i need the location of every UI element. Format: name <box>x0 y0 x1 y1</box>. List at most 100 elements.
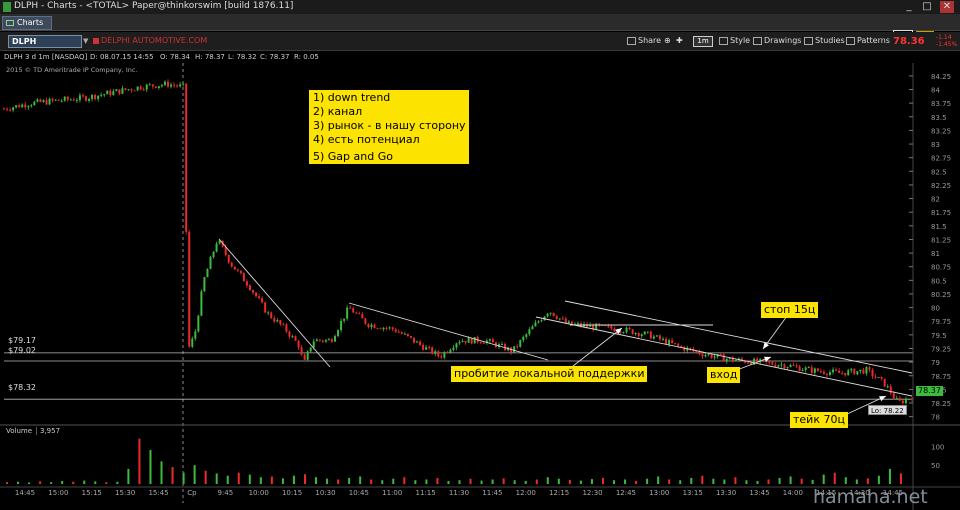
ohlc-date: D: 08.07.15 14:55 <box>90 53 154 61</box>
volume-bar <box>315 477 318 484</box>
candle-body <box>780 364 783 366</box>
candle-body <box>798 366 801 371</box>
candle-body <box>440 356 443 358</box>
last-price: 78.36 <box>893 36 925 47</box>
volume-bar <box>381 480 384 484</box>
candle-body <box>734 360 737 362</box>
style-button[interactable]: Style <box>718 35 750 48</box>
candle-body <box>242 273 245 282</box>
y-tick-label: 80.5 <box>931 277 947 285</box>
x-tick-label: 10:30 <box>315 489 335 497</box>
note-line-3: 3) рынок - в нашу сторону <box>313 119 466 132</box>
y-tick-label: 81.25 <box>931 236 951 244</box>
candle-body <box>124 88 127 90</box>
candle-body <box>388 327 391 329</box>
candle-body <box>519 340 522 347</box>
candle-body <box>285 324 288 332</box>
candle-body <box>643 331 646 335</box>
minimize-button[interactable]: _ <box>902 1 916 13</box>
volume-bar <box>579 480 582 484</box>
x-tick-label: 9:45 <box>217 489 233 497</box>
candle-body <box>850 368 853 371</box>
candle-body <box>163 81 166 86</box>
candle-body <box>349 307 352 309</box>
candle-body <box>33 101 36 106</box>
watermark: hamaha.net <box>813 486 928 508</box>
candle-body <box>804 367 807 370</box>
candle-body <box>133 90 136 92</box>
candle-body <box>136 86 139 91</box>
candle-body <box>904 399 907 404</box>
candle-body <box>230 262 233 267</box>
note-line-1: 1) down trend <box>313 91 391 104</box>
volume-bar <box>348 477 351 484</box>
candle-body <box>622 332 625 334</box>
candle-body <box>306 351 309 360</box>
volume-bar <box>568 479 571 484</box>
ohlc-close: C: 78.37 <box>260 53 290 61</box>
candle-body <box>658 335 661 340</box>
company-name[interactable]: DELPHI AUTOMOTIVE.COM <box>101 36 207 45</box>
candle-body <box>142 89 145 91</box>
price-change-abs: -1.14 <box>936 34 952 41</box>
trendlines <box>218 238 913 416</box>
volume-tick-label: 100 <box>931 443 944 451</box>
candle-body <box>549 312 552 314</box>
candle-body <box>552 312 555 317</box>
window-titlebar: DLPH - Charts - <TOTAL> Paper@thinkorswi… <box>0 0 960 14</box>
candle-body <box>191 338 194 347</box>
candle-body <box>39 99 42 102</box>
y-tick-label: 79.25 <box>931 345 951 353</box>
candle-body <box>816 368 819 372</box>
candle-body <box>576 323 579 325</box>
candle-body <box>397 331 400 333</box>
volume-bar <box>866 478 869 484</box>
candle-body <box>303 354 306 360</box>
candle-body <box>449 349 452 353</box>
price-chart[interactable]: 2015 © TD Ameritrade IP Company, Inc. 84… <box>0 63 960 510</box>
candle-body <box>57 99 60 101</box>
studies-button[interactable]: Studies <box>803 35 845 48</box>
candle-body <box>245 281 248 286</box>
candle-body <box>121 88 124 94</box>
volume-bar <box>436 477 439 484</box>
candle-body <box>564 318 567 324</box>
drawings-button[interactable]: Drawings <box>752 35 801 48</box>
candle-body <box>425 347 428 350</box>
volume-bar <box>767 479 770 484</box>
candle-body <box>461 340 464 343</box>
candle-body <box>607 325 610 327</box>
y-tick-label: 81.75 <box>931 209 951 217</box>
candle-body <box>324 339 327 342</box>
volume-bar <box>690 477 693 484</box>
x-tick-label: 10:15 <box>282 489 302 497</box>
x-tick-label: 15:30 <box>115 489 135 497</box>
candle-body <box>148 84 151 86</box>
maximize-button[interactable]: □ <box>920 1 934 13</box>
share-button[interactable]: Share <box>626 35 661 48</box>
candle-body <box>48 98 51 105</box>
volume-axis: 100 50 <box>931 443 944 470</box>
candle-body <box>255 292 258 297</box>
volume-bar <box>292 475 295 484</box>
y-tick-label: 79.5 <box>931 332 947 340</box>
patterns-button[interactable]: Patterns <box>845 35 890 48</box>
low-marker: Lo: 78.22 <box>868 405 907 415</box>
close-button[interactable]: ✕ <box>940 1 954 13</box>
candle-body <box>215 243 218 252</box>
volume-bar <box>624 479 627 484</box>
candle-body <box>364 318 367 324</box>
share-label: Share <box>638 36 662 45</box>
share-icon <box>627 37 636 45</box>
volume-bar <box>590 479 593 484</box>
candle-body <box>883 378 886 387</box>
crosshair-icon[interactable]: ✚ <box>676 35 683 48</box>
chevron-down-icon[interactable]: ▼ <box>83 35 90 48</box>
candle-body <box>683 346 686 351</box>
tab-charts[interactable]: Charts <box>2 16 52 30</box>
symbol-input[interactable] <box>8 35 82 48</box>
candle-body <box>130 89 133 91</box>
candle-body <box>248 285 251 291</box>
pin-icon[interactable]: ⊕ <box>664 35 671 48</box>
interval-button[interactable]: 1m <box>693 36 713 47</box>
